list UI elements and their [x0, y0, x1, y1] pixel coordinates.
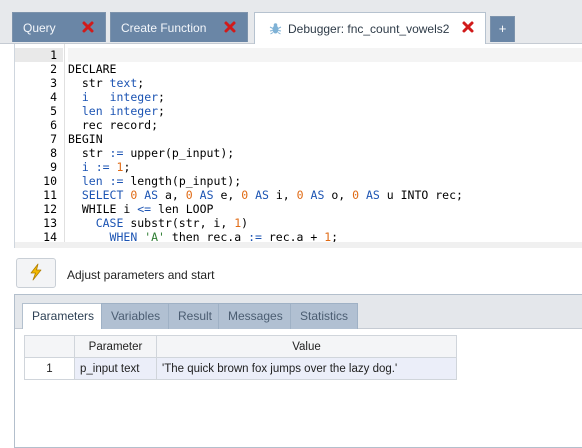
code-line[interactable]: CASE substr(str, i, 1): [68, 216, 582, 230]
line-number: 12: [43, 202, 57, 216]
add-tab-button[interactable]: +: [490, 16, 515, 42]
tab-messages[interactable]: Messages: [218, 303, 293, 329]
code-line[interactable]: SELECT 0 AS a, 0 AS e, 0 AS i, 0 AS o, 0…: [68, 188, 582, 202]
code-line[interactable]: i := 1;: [68, 160, 582, 174]
tab-debugger[interactable]: Debugger: fnc_count_vowels2: [254, 12, 486, 44]
tab-bar: Query Create Function Debugger: fnc_coun…: [0, 0, 582, 44]
line-number: 1: [15, 48, 63, 62]
line-number-gutter: 1 2 3 4 5 6 7 8 9 10 11 12 13 14 15: [15, 48, 63, 248]
code-line[interactable]: DECLARE: [68, 62, 582, 76]
code-line[interactable]: WHILE i <= len LOOP: [68, 202, 582, 216]
row-index: 1: [24, 357, 75, 380]
code-line[interactable]: i integer;: [68, 90, 582, 104]
code-line[interactable]: BEGIN: [68, 132, 582, 146]
tab-parameters[interactable]: Parameters: [22, 303, 105, 329]
tab-label: Debugger: fnc_count_vowels2: [288, 21, 450, 36]
lightning-icon: [27, 263, 45, 284]
tab-query[interactable]: Query: [12, 12, 106, 42]
parameter-value-field[interactable]: 'The quick brown fox jumps over the lazy…: [156, 357, 457, 380]
line-number: 7: [50, 132, 57, 146]
tab-statistics[interactable]: Statistics: [290, 303, 359, 329]
gutter-divider: [64, 44, 65, 248]
tab-result[interactable]: Result: [168, 303, 223, 329]
line-number: 5: [50, 104, 57, 118]
code-line[interactable]: str := upper(p_input);: [68, 146, 582, 160]
debug-toolbar: Adjust parameters and start: [14, 258, 582, 288]
close-icon[interactable]: [461, 20, 475, 34]
code-line[interactable]: str text;: [68, 76, 582, 90]
line-number: 6: [50, 118, 57, 132]
parameters-table: Parameter Value 1 p_input text 'The quic…: [24, 335, 457, 380]
line-number: 8: [50, 146, 57, 160]
column-header-value: Value: [156, 335, 457, 358]
debugger-panel: Parameters Variables Result Messages Sta…: [14, 294, 582, 448]
table-header-row: Parameter Value: [24, 335, 457, 358]
tab-variables[interactable]: Variables: [101, 303, 171, 329]
column-header-index: [24, 335, 75, 358]
line-number: 9: [50, 160, 57, 174]
line-number: 2: [50, 62, 57, 76]
close-icon[interactable]: [81, 20, 95, 34]
tab-create-function[interactable]: Create Function: [110, 12, 248, 42]
close-icon[interactable]: [223, 20, 237, 34]
code-lines[interactable]: DECLARE str text; i integer; len integer…: [68, 48, 582, 248]
tab-label: Create Function: [121, 20, 207, 35]
column-header-parameter: Parameter: [74, 335, 157, 358]
tab-label: Query: [23, 20, 56, 35]
code-line[interactable]: rec record;: [68, 118, 582, 132]
parameter-name: p_input text: [74, 357, 157, 380]
horizontal-scrollbar[interactable]: [15, 242, 582, 248]
line-number: 3: [50, 76, 57, 90]
line-number: 11: [43, 188, 57, 202]
start-debug-button[interactable]: [16, 258, 56, 288]
panel-tab-bar: Parameters Variables Result Messages Sta…: [15, 295, 582, 329]
line-number: 4: [50, 90, 57, 104]
code-line[interactable]: [68, 48, 582, 62]
code-editor[interactable]: 1 2 3 4 5 6 7 8 9 10 11 12 13 14 15 DECL…: [14, 44, 582, 248]
table-row[interactable]: 1 p_input text 'The quick brown fox jump…: [24, 357, 457, 380]
code-line[interactable]: len := length(p_input);: [68, 174, 582, 188]
code-line[interactable]: len integer;: [68, 104, 582, 118]
bug-icon: [269, 22, 282, 35]
line-number: 10: [43, 174, 57, 188]
start-hint-label: Adjust parameters and start: [67, 268, 215, 282]
line-number: 13: [43, 216, 57, 230]
